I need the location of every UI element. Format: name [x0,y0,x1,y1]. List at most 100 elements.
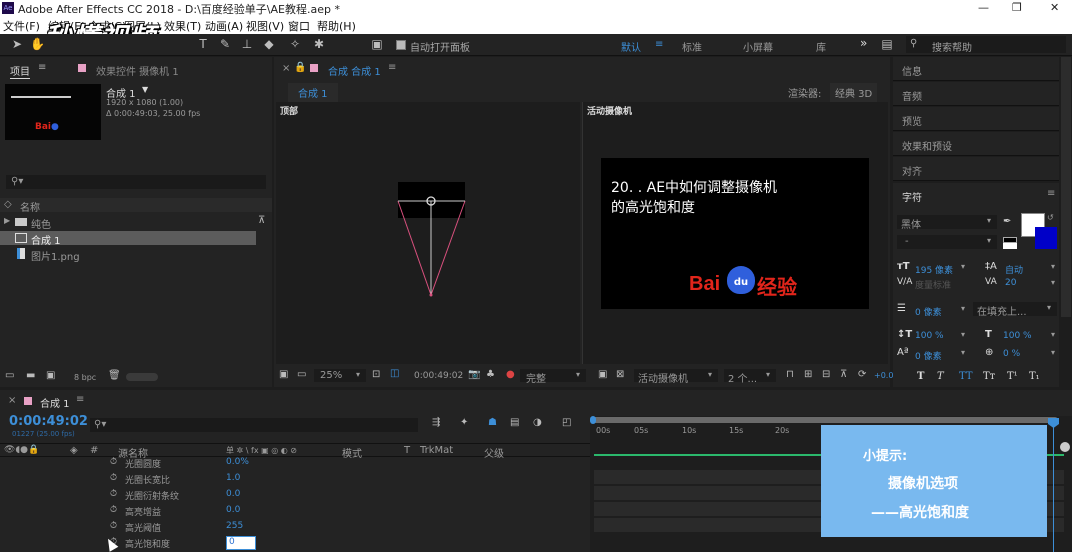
text-tool-icon[interactable]: T [196,37,210,51]
property-value[interactable]: 0.0 [226,505,240,515]
property-value[interactable]: 0.0 [226,489,240,499]
small-caps-button[interactable]: Tт [983,371,995,382]
workspace-menu-icon[interactable]: ≡ [655,39,663,50]
timeline-tab[interactable]: 合成 1 [40,395,70,410]
monitor-icon[interactable]: ▭ [297,369,306,380]
faux-bold-button[interactable]: T [917,371,924,382]
color-channel-icon[interactable]: ● [506,369,515,380]
draft-3d-icon[interactable]: ✦ [460,417,468,428]
property-row[interactable]: ⏱ 高光饱和度 0 [0,536,590,552]
stopwatch-icon[interactable]: ⏱ [110,457,117,467]
font-family-select[interactable]: 黑体 ▾ [897,215,997,231]
menu-view[interactable]: 视图(V) [246,18,284,34]
comp-flowchart-icon[interactable]: ⇶ [432,417,440,428]
panel-audio[interactable]: 音频 [893,82,1059,106]
work-area-start[interactable] [590,416,596,424]
swap-colors-icon[interactable]: ↺ [1047,213,1054,222]
menu-help[interactable]: 帮助(H) [317,18,356,34]
roi-icon[interactable]: ▣ [598,369,607,380]
bpc-label[interactable]: 8 bpc [74,373,96,382]
menu-window[interactable]: 窗口 [288,18,310,34]
project-scrollbar[interactable] [126,373,158,381]
property-row[interactable]: ⏱ 高亮增益 0.0 [0,504,590,520]
frame-blend-icon[interactable]: ▤ [510,417,519,428]
graph-editor-icon[interactable]: ◰ [562,417,571,428]
property-row[interactable]: ⏱ 光圈衍射条纹 0.0 [0,488,590,504]
stroke-color-swatch[interactable] [1035,227,1057,249]
column-name[interactable]: 名称 [20,199,40,214]
frame-icon[interactable]: ⊟ [822,369,830,380]
workspace-library[interactable]: 库 [816,39,826,54]
font-size-value[interactable]: 195 像素 [915,263,953,276]
tab-effect-controls[interactable]: 效果控件 摄像机 1 [96,63,179,78]
layout-icon[interactable]: ⊓ [786,369,794,380]
restore-button[interactable]: ❐ [1012,1,1022,14]
all-caps-button[interactable]: TT [959,371,973,382]
exposure-value[interactable]: +0.0 [874,371,893,380]
playhead-line[interactable] [1053,424,1054,552]
active-camera-view[interactable]: 活动摄像机 20. . AE中如何调整摄像机 的高光饱和度 Bai du 经验 [582,102,888,364]
trash-icon[interactable]: 🗑 [108,370,121,381]
property-value[interactable]: 255 [226,521,243,531]
zoom-in-icon[interactable] [1060,442,1070,452]
trkmat-header[interactable]: TrkMat [420,445,453,456]
property-value[interactable]: 1.0 [226,473,240,483]
shy-icon[interactable]: ☗ [488,417,497,428]
panel-effects-presets[interactable]: 效果和预设 [893,132,1059,156]
timeline-close-icon[interactable]: × [8,395,16,406]
tracking-value[interactable]: 20 [1005,278,1016,288]
comp-close-icon[interactable]: × [282,63,290,74]
playhead-handle[interactable] [1048,418,1059,428]
character-menu-icon[interactable]: ≡ [1047,188,1055,199]
snapshot-icon[interactable]: 📷 [468,369,480,380]
camera-diagram[interactable] [276,102,580,364]
guide-icon[interactable]: ⊞ [804,369,812,380]
character-title[interactable]: 字符 [902,189,922,204]
panel-align[interactable]: 对齐 [893,157,1059,181]
project-menu-icon[interactable]: ≡ [38,62,46,73]
hand-tool-icon[interactable]: ✋ [30,37,45,51]
selection-tool-icon[interactable]: ➤ [10,37,24,51]
property-row[interactable]: ⏱ 光圈长宽比 1.0 [0,472,590,488]
workspace-small-screen[interactable]: 小屏幕 [743,39,773,54]
quality-select[interactable]: 完整 ▾ [520,369,586,385]
comp-tab-label[interactable]: 合成 合成 1 [328,63,381,78]
fast-preview-icon[interactable]: ⟳ [858,369,866,380]
property-row[interactable]: ⏱ 高光阈值 255 [0,520,590,536]
always-preview-icon[interactable]: ▣ [279,369,288,380]
snap-icon[interactable]: ▣ [370,37,384,51]
region-icon[interactable]: ◫ [390,368,399,379]
project-search-field[interactable]: ⚲▾ [6,175,266,189]
comp-lock-icon[interactable]: 🔒 [294,62,306,73]
font-style-select[interactable]: - ▾ [897,235,997,249]
eyedropper-icon[interactable]: ✒ [1003,216,1011,227]
zoom-select[interactable]: 25% ▾ [314,369,366,382]
pin-tool-icon[interactable]: ✱ [312,37,326,51]
stopwatch-icon[interactable]: ⏱ [110,505,117,515]
white-swatch[interactable] [1003,243,1017,249]
superscript-button[interactable]: T¹ [1007,371,1018,382]
comp-menu-icon[interactable]: ≡ [388,62,396,73]
comp-sub-tab[interactable]: 合成 1 [288,83,338,102]
fit-icon[interactable]: ⊡ [372,369,380,380]
stroke-width-value[interactable]: 0 像素 [915,305,942,318]
project-item-comp1[interactable]: 合成 1 [0,231,256,247]
new-comp-icon[interactable]: ▣ [46,370,55,381]
panel-preview[interactable]: 预览 [893,107,1059,131]
roto-tool-icon[interactable]: ✧ [288,37,302,51]
project-item-image[interactable]: 图片1.png [0,247,256,263]
horizontal-scale-value[interactable]: 100 % [1003,331,1032,341]
property-value-input[interactable]: 0 [226,536,256,550]
new-folder-icon[interactable]: ▬ [26,370,35,381]
viewer-timecode[interactable]: 0:00:49:02 [414,371,463,381]
top-view[interactable]: 顶部 [276,102,580,364]
auto-open-checkbox[interactable] [396,40,406,50]
property-value[interactable]: 0.0% [226,457,249,467]
property-row[interactable]: ⏱ 光圈圆度 0.0% [0,456,590,472]
show-snapshot-icon[interactable]: ♣ [486,369,495,380]
stopwatch-icon[interactable]: ⏱ [110,521,117,531]
stopwatch-icon[interactable]: ⏱ [110,489,117,499]
transparency-grid-icon[interactable]: ⊠ [616,369,624,380]
timeline-timecode[interactable]: 0:00:49:02 [9,414,88,429]
eraser-tool-icon[interactable]: ◆ [262,37,276,51]
